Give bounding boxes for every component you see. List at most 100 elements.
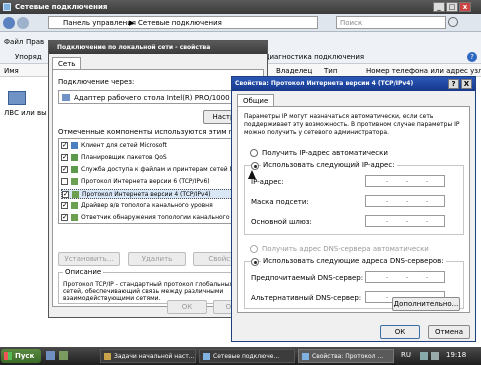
intro-text: Параметры IP могут назначаться автоматич…	[244, 113, 460, 136]
properties-title: Подключение по локальной сети - свойства	[57, 44, 211, 51]
component-checkbox[interactable]: ✓	[61, 142, 68, 149]
help-button[interactable]: ?	[448, 79, 459, 89]
search-icon[interactable]	[448, 17, 458, 27]
diagnostics-button[interactable]: Диагностика подключения	[264, 53, 364, 61]
network-icon	[3, 3, 11, 11]
task-icon	[203, 353, 210, 360]
manual-ip-group: Использовать следующий IP-адрес: IP-адре…	[244, 161, 464, 235]
address-field[interactable]: Панель управления ▶ Сетевые подключения	[48, 16, 318, 29]
explorer-title: Сетевые подключения	[15, 3, 108, 11]
manual-dns-radio[interactable]	[251, 258, 259, 266]
properties-titlebar[interactable]: Подключение по локальной сети - свойства	[49, 41, 267, 54]
remove-button[interactable]: Удалить	[128, 252, 186, 266]
dns2-label: Альтернативный DNS-сервер:	[251, 294, 362, 302]
manual-dns-label[interactable]: Использовать следующие адреса DNS-сервер…	[261, 257, 446, 265]
clock[interactable]: 19:18	[446, 351, 466, 359]
column-phone[interactable]: Номер телефона или адрес узла	[366, 67, 481, 75]
component-item[interactable]: ✓ Клиент для сетей Microsoft	[61, 141, 257, 151]
manual-ip-label[interactable]: Использовать следующий IP-адрес:	[261, 161, 397, 169]
manual-ip-radio[interactable]	[251, 162, 259, 170]
ip-address-field[interactable]: ...	[365, 175, 445, 187]
ipv4-body: Параметры IP могут назначаться автоматич…	[237, 106, 470, 313]
column-type[interactable]: Тип	[324, 67, 337, 75]
start-button[interactable]: Пуск	[1, 349, 41, 363]
task-label: Свойства: Протокол ...	[312, 353, 384, 360]
help-icon[interactable]: ?	[467, 52, 477, 62]
address-crumb-2[interactable]: Сетевые подключения	[138, 19, 222, 27]
install-button[interactable]: Установить...	[58, 252, 120, 266]
search-input[interactable]: Поиск	[336, 16, 446, 29]
component-item[interactable]: ✓ Драйвер в/в тополога канального уровня	[61, 201, 257, 211]
adapter-field: Адаптер рабочего стола Intel(R) PRO/1000…	[58, 90, 258, 104]
gateway-label: Основной шлюз:	[251, 218, 312, 226]
component-label: Протокол Интернета версии 6 (TCP/IPv6)	[81, 178, 210, 185]
language-indicator[interactable]: RU	[401, 351, 411, 359]
ipv4-dialog: Свойства: Протокол Интернета версии 4 (T…	[231, 76, 476, 342]
component-checkbox[interactable]: ✓	[61, 166, 68, 173]
column-owner[interactable]: Владелец	[276, 67, 312, 75]
component-label: Ответчик обнаружения топологии канальног…	[81, 214, 243, 221]
taskbar: Пуск Задачи начальной наст... Сетевые по…	[0, 347, 481, 365]
client-icon	[71, 142, 78, 149]
organize-button[interactable]: Упоряд	[15, 53, 42, 61]
tray-icon[interactable]	[431, 352, 439, 360]
adapter-list-label[interactable]: ЛВС или вы	[4, 109, 47, 117]
component-item-selected[interactable]: ✓ Протокол Интернета версии 4 (TCP/IPv4)	[61, 189, 257, 199]
adapter-icon	[62, 94, 70, 101]
properties-ok-button[interactable]: ОК	[167, 300, 207, 314]
close-button[interactable]: x	[459, 2, 471, 12]
protocol-icon	[71, 178, 78, 185]
maximize-button[interactable]: □	[446, 2, 458, 12]
forward-icon[interactable]	[17, 17, 29, 29]
component-item[interactable]: ✓ Планировщик пакетов QoS	[61, 153, 257, 163]
auto-dns-radio[interactable]	[250, 245, 258, 253]
ipv4-ok-button[interactable]: ОК	[380, 325, 420, 339]
component-item[interactable]: ✓ Ответчик обнаружения топологии канальн…	[61, 213, 257, 223]
ipv4-cancel-button[interactable]: Отмена	[428, 325, 470, 339]
protocol-icon	[72, 191, 79, 198]
component-checkbox[interactable]: ✓	[61, 214, 68, 221]
minimize-button[interactable]: _	[433, 2, 445, 12]
component-checkbox[interactable]: ✓	[61, 154, 68, 161]
chevron-right-icon: ▶	[129, 19, 135, 27]
search-placeholder: Поиск	[340, 19, 363, 27]
tray-icon[interactable]	[420, 352, 428, 360]
components-list[interactable]: ✓ Клиент для сетей Microsoft ✓ Планировщ…	[58, 138, 258, 224]
quicklaunch-icon[interactable]	[46, 351, 55, 360]
component-label: Служба доступа к файлам и принтерам сете…	[81, 166, 237, 173]
task-button[interactable]: Задачи начальной наст...	[100, 349, 196, 363]
dns1-field[interactable]: ...	[365, 271, 445, 283]
auto-ip-label[interactable]: Получить IP-адрес автоматически	[262, 149, 388, 157]
task-button[interactable]: Сетевые подключе...	[199, 349, 295, 363]
task-button-active[interactable]: Свойства: Протокол ...	[298, 349, 394, 363]
explorer-titlebar[interactable]: Сетевые подключения _ □ x	[0, 0, 481, 14]
gateway-field[interactable]: ...	[365, 215, 445, 227]
description-text: Протокол TCP/IP - стандартный протокол г…	[63, 281, 233, 302]
column-name[interactable]: Имя	[4, 67, 19, 75]
share-icon	[71, 166, 78, 173]
back-icon[interactable]	[3, 17, 15, 29]
quicklaunch-icon[interactable]	[59, 351, 68, 360]
start-label: Пуск	[15, 352, 35, 360]
address-crumb-1[interactable]: Панель управления	[63, 19, 136, 27]
advanced-button[interactable]: Дополнительно...	[392, 297, 460, 311]
menu-file[interactable]: Файл	[4, 38, 23, 46]
description-label: Описание	[63, 268, 104, 276]
component-item[interactable]: ✓ Служба доступа к файлам и принтерам се…	[61, 165, 257, 175]
ipv4-titlebar[interactable]: Свойства: Протокол Интернета версии 4 (T…	[232, 77, 475, 91]
task-icon	[302, 353, 309, 360]
component-checkbox[interactable]: ✓	[62, 191, 69, 198]
menu-edit[interactable]: Прав	[26, 38, 44, 46]
component-item[interactable]: Протокол Интернета версии 6 (TCP/IPv6)	[61, 177, 257, 187]
auto-dns-label[interactable]: Получить адрес DNS-сервера автоматически	[262, 245, 429, 253]
task-label: Задачи начальной наст...	[114, 353, 195, 360]
windows-logo-icon	[4, 352, 12, 360]
mouse-cursor-icon	[248, 170, 256, 179]
auto-ip-radio[interactable]	[250, 149, 258, 157]
network-adapter-icon[interactable]	[8, 91, 26, 105]
connect-via-label: Подключение через:	[58, 78, 135, 86]
subnet-mask-field[interactable]: ...	[365, 195, 445, 207]
ipv4-close-button[interactable]: X	[461, 79, 472, 89]
component-checkbox[interactable]	[61, 178, 68, 185]
component-checkbox[interactable]: ✓	[61, 202, 68, 209]
